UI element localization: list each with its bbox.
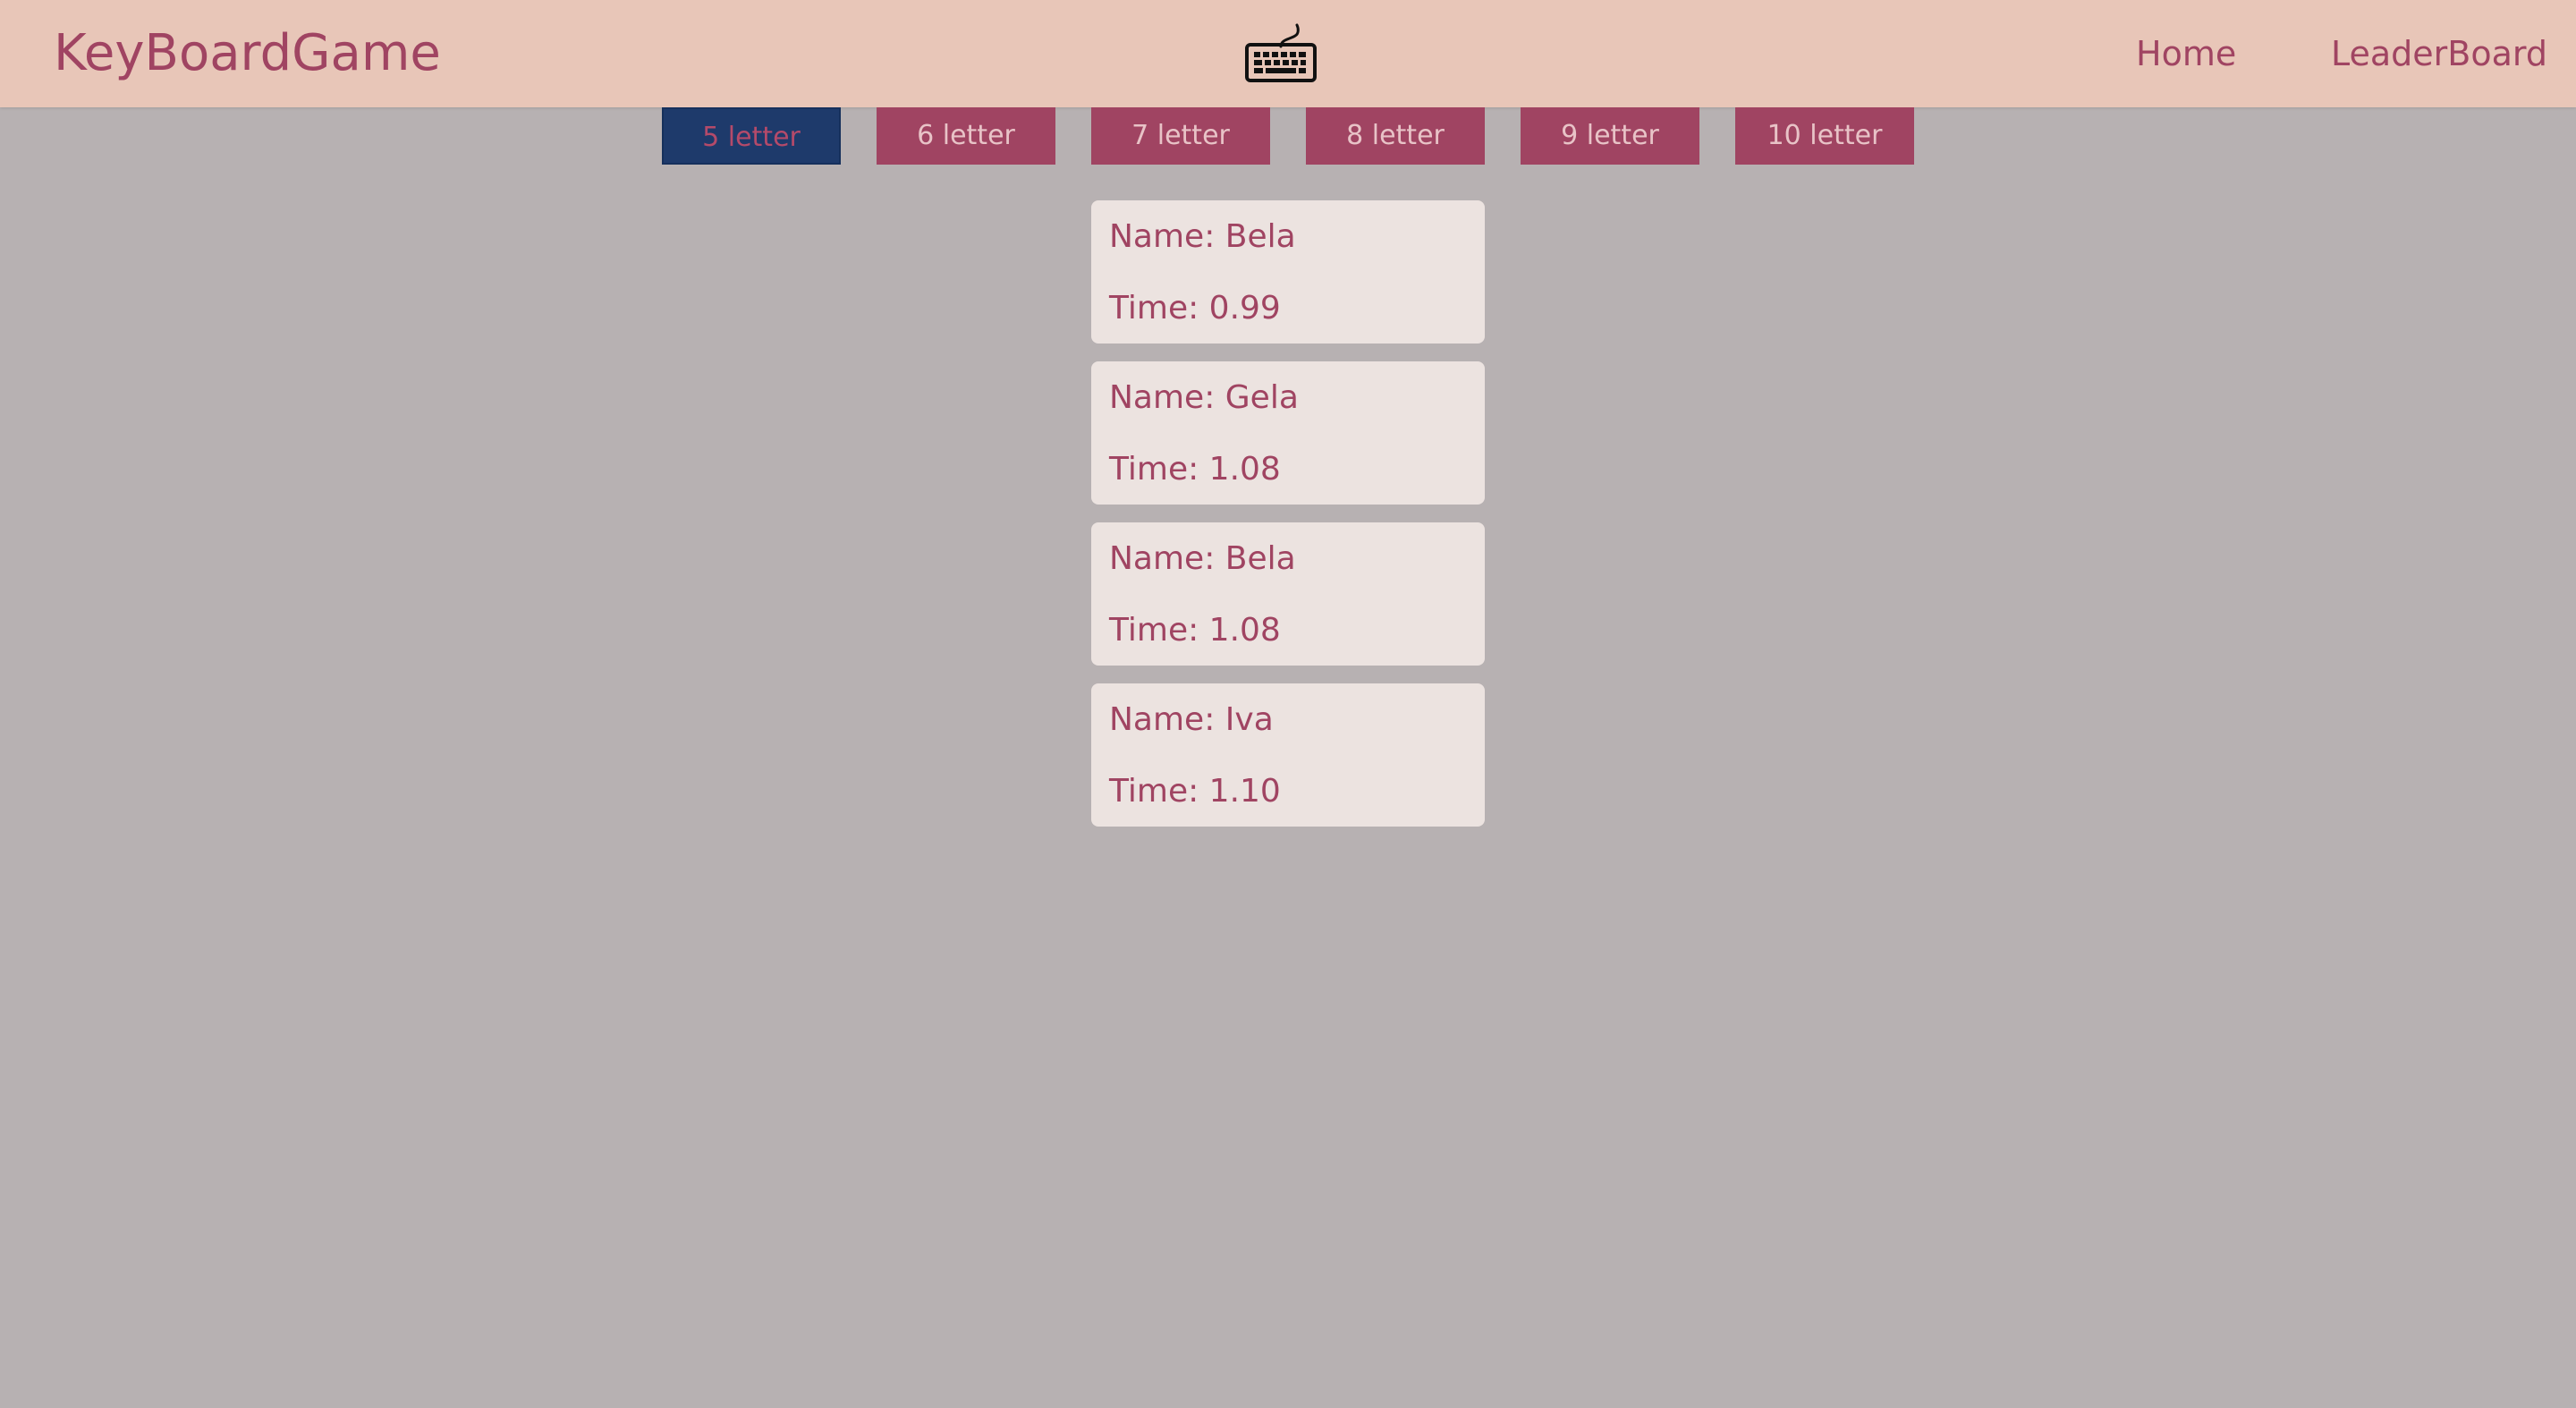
leaderboard-entry-card: Name: Iva Time: 1.10 [1091,683,1485,827]
entry-time: Time: 0.99 [1109,290,1281,327]
letter-filter-bar: 5 letter 6 letter 7 letter 8 letter 9 le… [0,107,2576,165]
leaderboard-entry-card: Name: Bela Time: 0.99 [1091,200,1485,344]
entry-time: Time: 1.08 [1109,612,1281,649]
brand-title[interactable]: KeyBoardGame [54,0,441,107]
top-navbar: KeyBoardGame Home LeaderBoard [0,0,2576,107]
entry-name: Name: Iva [1109,701,1274,738]
leaderboard-entry-card: Name: Bela Time: 1.08 [1091,522,1485,666]
entry-name: Name: Gela [1109,379,1299,416]
nav-home-link[interactable]: Home [2136,0,2236,107]
entry-time: Time: 1.08 [1109,451,1281,488]
nav-leaderboard-link[interactable]: LeaderBoard [2331,0,2547,107]
entry-time: Time: 1.10 [1109,773,1281,810]
keyboard-icon [1245,23,1317,82]
entry-name: Name: Bela [1109,540,1296,577]
leaderboard-entry-card: Name: Gela Time: 1.08 [1091,361,1485,505]
filter-5-letter-button[interactable]: 5 letter [662,107,841,165]
filter-9-letter-button[interactable]: 9 letter [1521,107,1699,165]
filter-8-letter-button[interactable]: 8 letter [1306,107,1485,165]
filter-10-letter-button[interactable]: 10 letter [1735,107,1914,165]
filter-6-letter-button[interactable]: 6 letter [877,107,1055,165]
entry-name: Name: Bela [1109,218,1296,255]
filter-7-letter-button[interactable]: 7 letter [1091,107,1270,165]
